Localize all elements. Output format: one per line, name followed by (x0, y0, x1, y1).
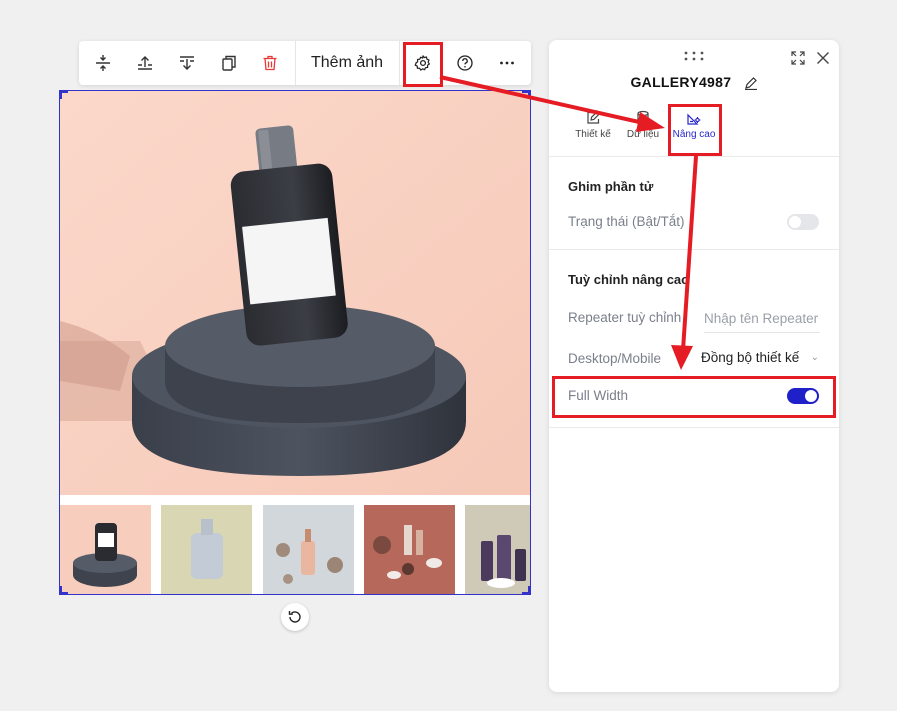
drag-handle-icon[interactable] (682, 50, 706, 62)
pin-section-title: Ghim phần tử (568, 179, 654, 194)
gallery-toolbar: Thêm ảnh (79, 41, 531, 85)
align-top-icon (138, 56, 152, 70)
thumbnail-item[interactable] (161, 505, 252, 595)
selection-corner (60, 91, 68, 99)
align-bottom-button[interactable] (167, 41, 207, 85)
rotate-button[interactable] (281, 603, 309, 631)
device-label: Desktop/Mobile (568, 351, 662, 366)
more-icon (500, 61, 514, 65)
duplicate-button[interactable] (209, 41, 249, 85)
device-select-value: Đồng bộ thiết kế (701, 350, 800, 365)
close-icon[interactable] (815, 50, 831, 66)
chevron-down-icon: ⌄ (810, 352, 819, 363)
selection-corner (522, 586, 530, 594)
selection-corner (60, 586, 68, 594)
divider (549, 249, 839, 250)
edit-title-icon[interactable] (744, 76, 758, 91)
toggle-knob (789, 216, 801, 228)
move-inside-icon (96, 55, 110, 71)
device-select[interactable]: Đồng bộ thiết kế ⌄ (701, 346, 821, 370)
database-icon (637, 110, 649, 126)
main-image[interactable] (60, 91, 530, 495)
edit-icon (587, 110, 601, 124)
divider (549, 427, 839, 428)
settings-highlight (403, 42, 443, 87)
repeater-label: Repeater tuỳ chỉnh (568, 310, 682, 325)
advanced-tab-highlight (668, 104, 722, 156)
gallery-element[interactable] (59, 90, 531, 595)
thumbnail-item[interactable] (364, 505, 455, 595)
pin-status-label: Trạng thái (Bật/Tắt) (568, 214, 685, 229)
move-inside-button[interactable] (83, 41, 123, 85)
toolbar-divider (295, 41, 296, 85)
expand-icon[interactable] (790, 50, 806, 66)
delete-button[interactable] (250, 41, 290, 85)
tab-design[interactable]: Thiết kế (568, 106, 618, 156)
add-image-button[interactable]: Thêm ảnh (311, 41, 383, 85)
repeater-input[interactable]: Nhập tên Repeater (704, 306, 820, 333)
delete-icon (263, 55, 277, 71)
thumbnail-item[interactable] (465, 505, 531, 595)
tab-design-label: Thiết kế (575, 129, 611, 140)
pin-status-toggle[interactable] (787, 214, 819, 230)
panel-title-row: GALLERY4987 (549, 74, 839, 91)
duplicate-icon (222, 55, 236, 71)
divider (549, 156, 839, 157)
align-top-button[interactable] (125, 41, 165, 85)
thumbnail-item[interactable] (263, 505, 354, 595)
align-bottom-icon (180, 56, 194, 70)
tab-data[interactable]: Dữ liệu (618, 106, 668, 156)
panel-title: GALLERY4987 (630, 74, 732, 90)
thumbnail-item[interactable] (60, 505, 151, 595)
toolbar-divider (399, 41, 400, 85)
advanced-section-title: Tuỳ chỉnh nâng cao (568, 272, 690, 287)
more-button[interactable] (487, 41, 527, 85)
selection-corner (522, 91, 530, 99)
tab-data-label: Dữ liệu (626, 129, 660, 140)
help-icon (457, 55, 473, 71)
help-button[interactable] (445, 41, 485, 85)
rotate-icon (288, 611, 301, 623)
thumbnail-strip (60, 505, 531, 595)
full-width-highlight (552, 376, 836, 418)
